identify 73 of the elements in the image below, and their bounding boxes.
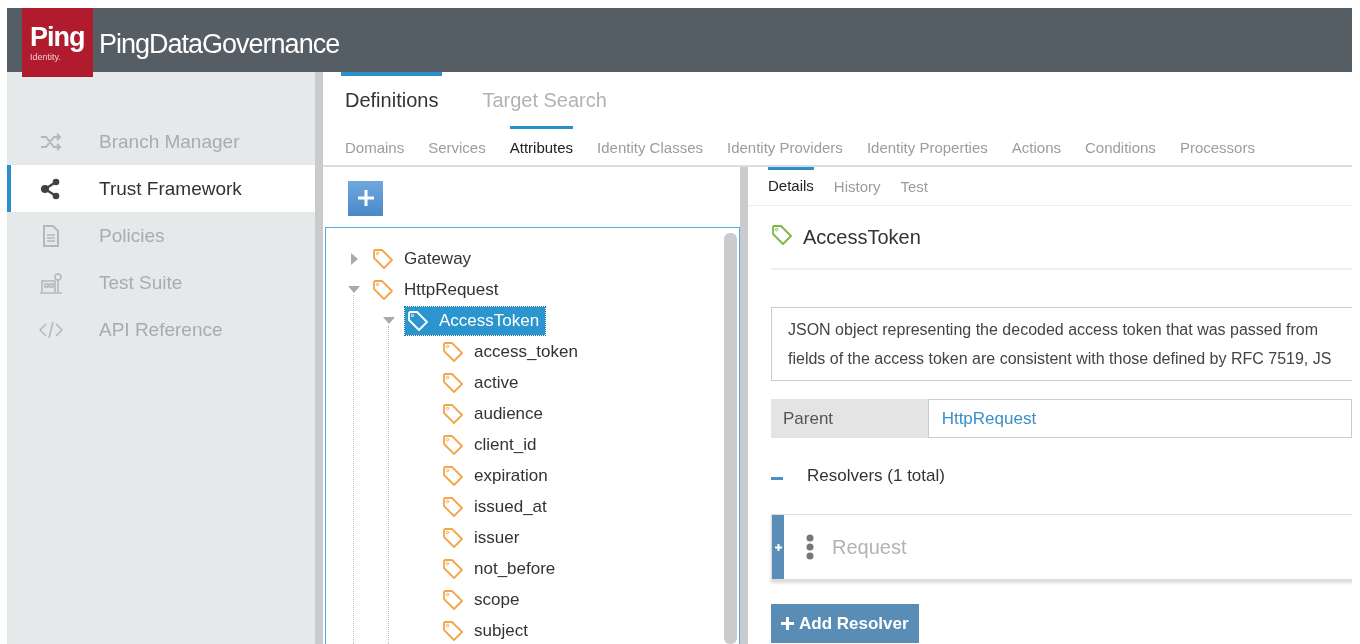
- drag-handle[interactable]: [772, 515, 784, 579]
- collapse-arrow-icon[interactable]: [348, 286, 360, 293]
- expand-arrow-icon[interactable]: [350, 252, 358, 265]
- kebab-menu-icon[interactable]: [806, 534, 814, 560]
- resolvers-heading: Resolvers (1 total): [807, 466, 945, 486]
- tab[interactable]: Processors: [1179, 126, 1255, 165]
- logo-subtitle: Identity.: [30, 51, 61, 62]
- tag-icon: [442, 557, 464, 580]
- tab[interactable]: Identity Classes: [597, 126, 703, 165]
- tab[interactable]: Definitions: [341, 72, 443, 124]
- tag-icon: [372, 247, 394, 270]
- tree-item[interactable]: subject: [440, 616, 534, 644]
- tab[interactable]: Identity Providers: [727, 126, 843, 165]
- collapse-arrow-icon[interactable]: [383, 317, 395, 324]
- sidebar-item[interactable]: Test Suite: [7, 259, 315, 306]
- shuffle-icon: [40, 132, 62, 151]
- tab[interactable]: Test: [900, 167, 929, 205]
- collapse-icon[interactable]: [771, 477, 783, 481]
- tag-icon: [442, 464, 464, 487]
- tab[interactable]: Actions: [1011, 126, 1061, 165]
- tree-item[interactable]: client_id: [440, 430, 543, 459]
- parent-link[interactable]: HttpRequest: [941, 408, 1037, 429]
- description-field[interactable]: JSON object representing the decoded access token that was passed from fields of the access token are consistent with those defined by RFC 7519, JS: [771, 307, 1352, 381]
- tab[interactable]: Conditions: [1085, 126, 1156, 165]
- tree-item[interactable]: not_before: [440, 554, 562, 583]
- tree-item[interactable]: expiration: [440, 461, 554, 490]
- tab[interactable]: Services: [428, 126, 486, 165]
- sidebar-item[interactable]: API Reference: [7, 306, 315, 353]
- sidebar-item[interactable]: Trust Framework: [7, 165, 315, 212]
- tab[interactable]: Details: [768, 167, 814, 205]
- tag-icon: [407, 309, 429, 332]
- tag-icon: [372, 278, 394, 301]
- scrollbar[interactable]: [724, 233, 737, 644]
- tree-item[interactable]: access_token: [440, 337, 584, 366]
- document-icon: [42, 224, 60, 247]
- app-title: PingDataGovernance: [99, 28, 340, 60]
- tab[interactable]: History: [833, 167, 881, 205]
- add-resolver-button[interactable]: Add Resolver: [771, 604, 919, 643]
- logo-word: Ping: [30, 23, 86, 51]
- tree-item[interactable]: issuer: [440, 523, 526, 552]
- tag-icon: [771, 223, 793, 246]
- plus-icon: [774, 543, 782, 551]
- share-icon: [40, 177, 62, 200]
- resolver-name-field[interactable]: Request: [830, 534, 1134, 560]
- tree-item[interactable]: audience: [440, 399, 549, 428]
- code-icon: [39, 320, 63, 339]
- plus-icon: [357, 190, 374, 206]
- tag-icon: [442, 588, 464, 611]
- sidebar-item[interactable]: Policies: [7, 212, 315, 259]
- test-suite-icon: [39, 271, 63, 294]
- tab[interactable]: Domains: [345, 126, 405, 165]
- sidebar-item[interactable]: Branch Manager: [7, 118, 315, 165]
- tree-item[interactable]: AccessToken: [405, 306, 546, 335]
- add-button[interactable]: [348, 180, 383, 216]
- parent-field[interactable]: HttpRequest: [927, 399, 1352, 438]
- tree-item[interactable]: scope: [440, 585, 526, 614]
- tab[interactable]: Target Search: [478, 72, 611, 124]
- tree-item[interactable]: HttpRequest: [370, 275, 505, 304]
- tag-icon: [442, 526, 464, 549]
- tag-icon: [442, 619, 464, 642]
- tag-icon: [442, 402, 464, 425]
- plus-icon: [781, 617, 794, 630]
- tree-item[interactable]: active: [440, 368, 525, 397]
- tag-icon: [442, 340, 464, 363]
- parent-label: Parent: [771, 399, 928, 438]
- attribute-title: AccessToken: [803, 225, 921, 249]
- tree-item[interactable]: issued_at: [440, 492, 553, 521]
- tab[interactable]: Attributes: [509, 126, 574, 165]
- tag-icon: [442, 495, 464, 518]
- tag-icon: [442, 371, 464, 394]
- tree-item[interactable]: Gateway: [370, 244, 478, 273]
- tag-icon: [442, 433, 464, 456]
- tab[interactable]: Identity Properties: [866, 126, 988, 165]
